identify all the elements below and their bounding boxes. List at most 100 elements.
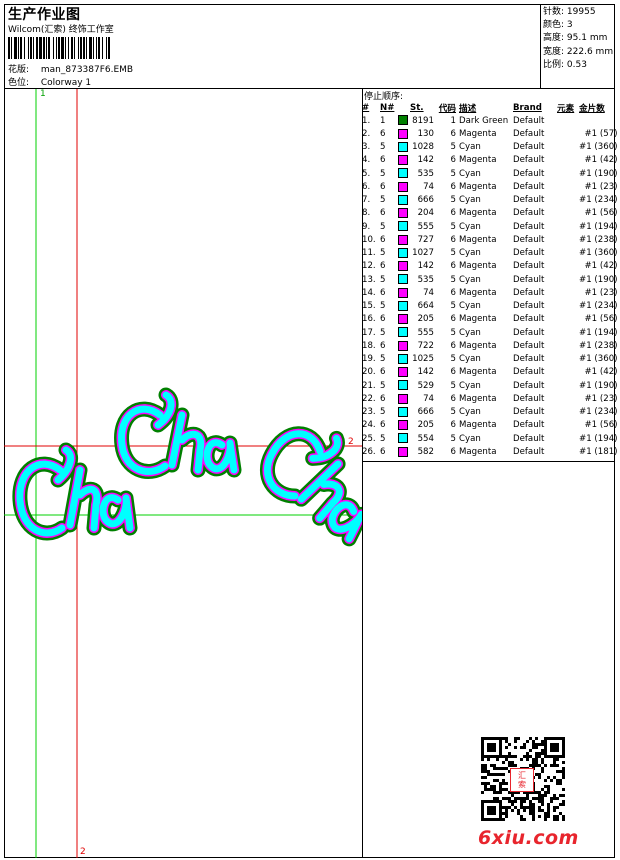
qr-module [502,797,505,800]
qr-module [541,752,544,755]
qr-module [532,761,535,764]
qr-module [487,758,490,761]
row-stitches: 204 [417,208,434,219]
qr-module [556,770,559,773]
row-element [557,379,579,392]
qr-module [547,785,550,788]
qr-module [508,797,511,800]
qr-module [532,812,535,815]
qr-module [511,800,514,803]
col-header-swatch [398,101,410,114]
qr-module [493,779,496,782]
row-brand: Default [513,380,545,391]
row-needle: 6 [380,155,386,166]
color-swatch [398,247,408,258]
qr-module [529,803,532,806]
qr-module [502,773,505,776]
row-sequins: #1 (238) [579,234,618,245]
row-swatch [398,445,410,458]
row-description: Cyan [459,380,481,391]
qr-module [499,785,502,788]
row-stitches: 1028 [412,142,434,153]
row-element [557,419,579,432]
row-element [557,366,579,379]
qr-module [556,758,559,761]
row-sequins: #1 (57) [584,128,618,139]
qr-module [505,809,508,812]
row-swatch [398,180,410,193]
qr-module [499,788,502,791]
row-brand: Default [513,155,545,166]
row-brand: Default [513,433,545,444]
color-swatch [398,115,408,126]
row-element [557,300,579,313]
qr-module [556,818,559,821]
table-row: 16. 6 205 6 Magenta Default #1 (56) [362,313,618,326]
qr-module [484,764,487,767]
row-needle: 6 [380,367,386,378]
qr-module [553,758,556,761]
table-row: 26. 6 582 6 Magenta Default #1 (181) [362,445,618,458]
design-word-cha-2 [114,387,242,479]
qr-module [490,788,493,791]
row-code: 5 [450,380,456,391]
qr-module [559,812,562,815]
row-code: 5 [450,407,456,418]
qr-module [502,737,505,740]
row-swatch [398,379,410,392]
qr-module [544,779,547,782]
qr-module [559,782,562,785]
color-swatch [398,168,408,179]
row-stitches: 74 [423,393,434,404]
row-brand: Default [513,115,545,126]
qr-module [532,764,535,767]
qr-module [529,737,532,740]
qr-module [532,818,535,821]
qr-module [562,800,565,803]
row-swatch [398,273,410,286]
row-needle: 5 [380,142,386,153]
row-needle: 6 [380,208,386,219]
row-element [557,127,579,140]
row-code: 6 [450,393,456,404]
qr-module [496,773,499,776]
row-index: 26. [362,446,376,457]
qr-module [532,746,535,749]
row-stitches: 535 [417,168,434,179]
qr-module [481,770,484,773]
qr-module [541,740,544,743]
qr-module [505,740,508,743]
qr-seal-text: 汇索 [518,771,526,789]
qr-module [535,773,538,776]
row-index: 24. [362,420,376,431]
qr-module [559,794,562,797]
color-swatch [398,393,408,404]
row-description: Magenta [459,367,497,378]
row-index: 13. [362,274,376,285]
qr-module [484,788,487,791]
row-sequins: #1 (190) [579,380,618,391]
qr-module [523,800,526,803]
qr-module [484,782,487,785]
col-header-brand: Brand [513,102,542,113]
row-code: 1 [450,115,456,126]
row-swatch [398,114,410,127]
qr-module [514,764,517,767]
qr-module [538,755,541,758]
qr-module [562,794,565,797]
qr-module [547,788,550,791]
row-stitches: 666 [417,407,434,418]
table-row: 5. 5 535 5 Cyan Default #1 (190) [362,167,618,180]
spec-scale: 比例: 0.53 [543,59,587,70]
qr-module [562,818,565,821]
row-swatch [398,220,410,233]
qr-module [562,773,565,776]
col-header-element: 元素 [557,103,575,114]
row-sequins: #1 (181) [579,446,618,457]
color-swatch [398,420,408,431]
row-stitches: 722 [417,340,434,351]
guide-label-v1: 1 [40,89,46,99]
qr-module [514,800,517,803]
qr-module [520,806,523,809]
qr-module [520,815,523,818]
